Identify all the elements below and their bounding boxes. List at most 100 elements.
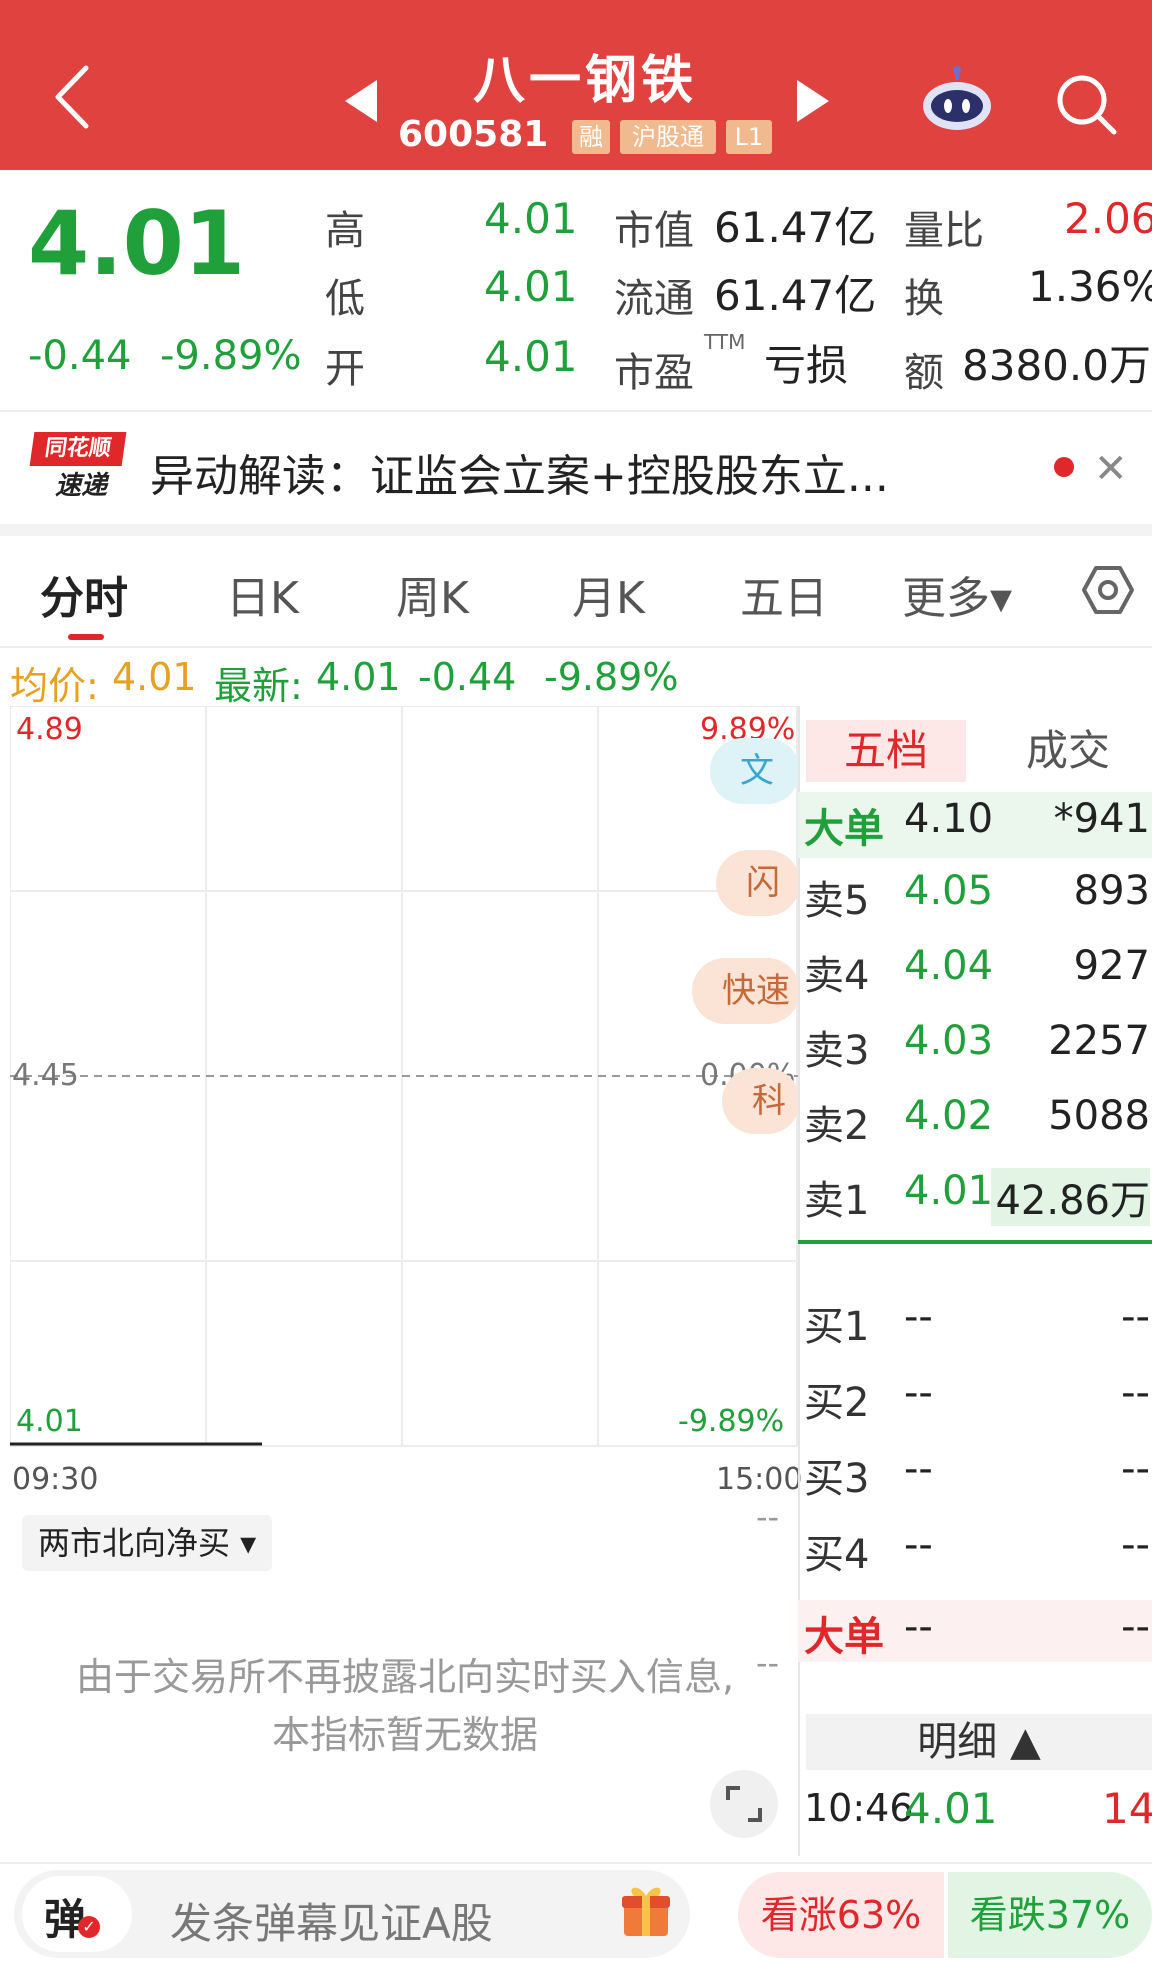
active-tab-indicator <box>68 634 104 640</box>
extra-dashes: -- <box>756 1644 780 1682</box>
low-label: 低 <box>325 276 365 322</box>
ask-price: 4.02 <box>904 1093 994 1139</box>
back-icon[interactable] <box>48 62 98 132</box>
ask-label: 卖4 <box>804 953 870 999</box>
level1-badge: L1 <box>726 120 772 154</box>
high-value: 4.01 <box>484 194 578 243</box>
tab-intraday[interactable]: 分时 <box>40 562 128 626</box>
y-axis-bottom-label: 4.01 <box>16 1404 83 1439</box>
event-tag-flash[interactable]: 闪 <box>716 850 800 916</box>
next-stock-arrow-icon[interactable] <box>797 80 829 122</box>
bid-price: -- <box>904 1446 933 1492</box>
big-order-sell-row: 大单 4.10 *941 <box>798 792 1152 858</box>
big-bid-price: -- <box>904 1604 933 1650</box>
event-tag-news[interactable]: 文 <box>710 738 800 804</box>
tab-weekly-k[interactable]: 周K <box>396 562 469 626</box>
big-order-vol: *941 <box>1053 796 1150 842</box>
tab-monthly-k[interactable]: 月K <box>572 562 645 626</box>
price-change-pct: -9.89% <box>160 333 302 379</box>
avg-price-value: 4.01 <box>112 655 197 699</box>
tab-trades[interactable]: 成交 <box>988 720 1148 782</box>
tab-five-day[interactable]: 五日 <box>740 562 828 626</box>
low-value: 4.01 <box>484 262 578 311</box>
detail-price: 4.01 <box>904 1784 998 1833</box>
settings-hexagon-icon[interactable] <box>1080 562 1136 618</box>
big-order-price: 4.10 <box>904 796 994 842</box>
volume-ratio-value: 2.06 <box>1064 194 1152 243</box>
no-data-line1: 由于交易所不再披露北向实时买入信息, <box>75 1655 735 1699</box>
x-axis-end-label: 15:00 <box>716 1462 803 1497</box>
no-data-line2: 本指标暂无数据 <box>271 1713 538 1757</box>
x-axis-start-label: 09:30 <box>12 1462 99 1497</box>
y-axis-top-label: 4.89 <box>16 712 83 747</box>
latest-price-value: 4.01 <box>316 655 401 699</box>
tab-more[interactable]: 更多▾ <box>902 562 1012 626</box>
high-label: 高 <box>325 208 365 254</box>
divider <box>0 410 1152 412</box>
amount-label: 额 <box>904 350 944 396</box>
latest-change: -0.44 <box>418 655 517 699</box>
latest-change-pct: -9.89% <box>544 655 679 699</box>
intraday-chart[interactable] <box>10 706 798 1453</box>
gift-icon[interactable] <box>620 1880 672 1940</box>
assistant-robot-icon[interactable] <box>920 66 994 132</box>
ask-label: 卖1 <box>804 1178 870 1224</box>
ask-label: 卖5 <box>804 878 870 924</box>
bid-row: 买3 -- -- <box>798 1442 1152 1502</box>
check-icon: ✓ <box>78 1916 100 1938</box>
divider <box>0 646 1152 648</box>
no-data-message: 由于交易所不再披露北向实时买入信息, 本指标暂无数据 <box>10 1648 800 1764</box>
danmu-icon-label: 弹 <box>44 1895 87 1944</box>
volume-ratio-label: 量比 <box>904 208 984 254</box>
bid-volume: -- <box>1121 1294 1150 1340</box>
extra-dashes: -- <box>756 1498 780 1536</box>
tab-five-levels[interactable]: 五档 <box>806 720 966 782</box>
danmu-toggle[interactable]: 弹 ✓ <box>22 1876 132 1952</box>
event-tag-rapid[interactable]: 快速 <box>692 958 800 1024</box>
bid-label: 买4 <box>804 1532 870 1578</box>
book-divider <box>798 1240 1152 1244</box>
bid-price: -- <box>904 1370 933 1416</box>
news-logo-line2: 速递 <box>54 471 107 501</box>
detail-toggle[interactable]: 明细 ▲ <box>806 1714 1152 1770</box>
ask-label: 卖2 <box>804 1103 870 1149</box>
bid-label: 买3 <box>804 1456 870 1502</box>
bullish-vote-button[interactable]: 看涨63% <box>738 1872 944 1958</box>
stock-connect-badge: 沪股通 <box>620 120 716 154</box>
ask-row: 卖1 4.01 42.86万 <box>798 1164 1152 1226</box>
bearish-vote-button[interactable]: 看跌37% <box>948 1872 1152 1958</box>
bid-row: 买2 -- -- <box>798 1366 1152 1426</box>
app-header: 八一钢铁 600581 融 沪股通 L1 <box>0 0 1152 170</box>
section-divider <box>0 524 1152 536</box>
big-order-label: 大单 <box>804 806 884 852</box>
divider <box>0 1862 1152 1864</box>
event-tag-tech[interactable]: 科 <box>722 1068 800 1134</box>
turnover-value: 1.36% <box>1028 262 1152 311</box>
news-headline[interactable]: 异动解读：证监会立案+控股股东立... <box>150 440 889 504</box>
big-order-buy-row: 大单 -- -- <box>798 1600 1152 1662</box>
open-value: 4.01 <box>484 332 578 381</box>
stock-detail-page: 八一钢铁 600581 融 沪股通 L1 4.01 -0.44 -9.89% 高… <box>0 0 1152 1963</box>
amount-value: 8380.0万 <box>962 341 1151 390</box>
ask-row: 卖4 4.04 927 <box>798 939 1152 999</box>
ask-price: 4.05 <box>904 868 994 914</box>
turnover-label: 换 <box>904 276 944 322</box>
ask-row: 卖5 4.05 893 <box>798 864 1152 924</box>
close-icon[interactable]: ✕ <box>1094 446 1128 492</box>
ask-price: 4.03 <box>904 1018 994 1064</box>
pe-ttm-label: TTM <box>704 330 746 354</box>
expand-icon[interactable] <box>710 1770 778 1838</box>
danmu-placeholder: 发条弹幕见证A股 <box>170 1899 493 1948</box>
search-icon[interactable] <box>1052 70 1118 136</box>
latest-price-label: 最新: <box>214 664 303 708</box>
big-bid-label: 大单 <box>804 1614 884 1660</box>
ask-price: 4.01 <box>904 1168 994 1214</box>
prev-stock-arrow-icon[interactable] <box>345 80 377 122</box>
unread-dot-icon <box>1054 457 1074 477</box>
avg-price-label: 均价: <box>10 664 99 708</box>
indicator-select[interactable]: 两市北向净买 ▾ <box>22 1515 273 1571</box>
ask-row: 卖3 4.03 2257 <box>798 1014 1152 1074</box>
margin-badge: 融 <box>572 120 610 154</box>
bid-volume: -- <box>1121 1522 1150 1568</box>
tab-daily-k[interactable]: 日K <box>226 562 299 626</box>
